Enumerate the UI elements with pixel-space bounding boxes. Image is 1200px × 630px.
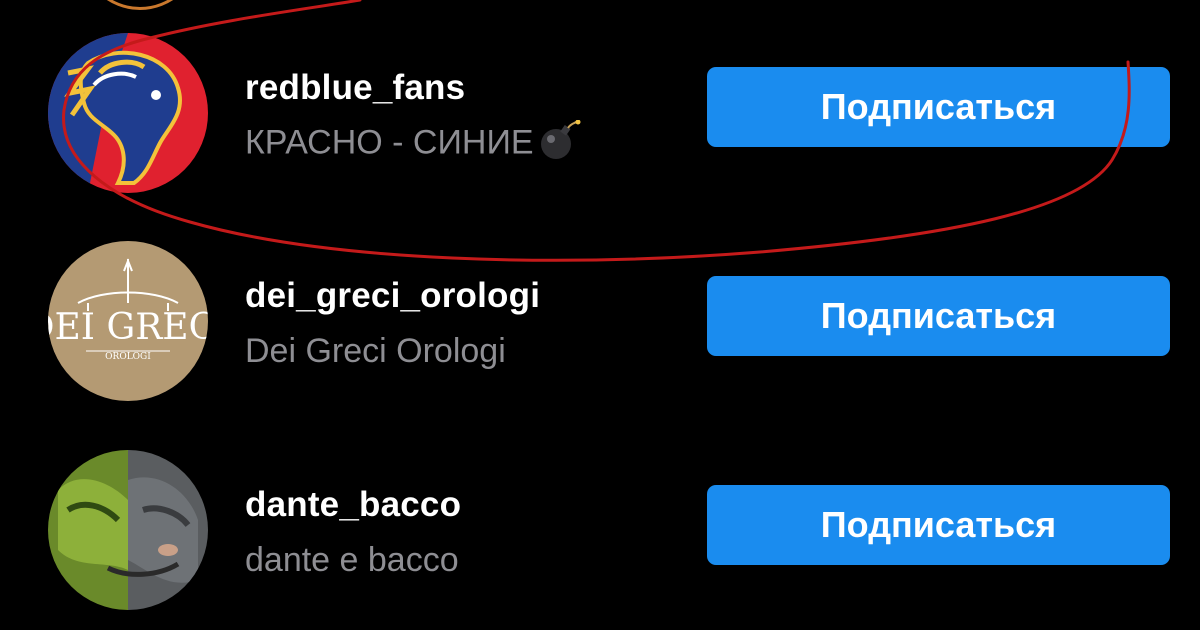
full-name-text: КРАСНО - СИНИЕ xyxy=(245,123,534,162)
follow-button[interactable]: Подписаться xyxy=(707,276,1170,356)
username[interactable]: redblue_fans xyxy=(245,68,465,108)
username[interactable]: dante_bacco xyxy=(245,485,461,525)
follow-button[interactable]: Подписаться xyxy=(707,67,1170,147)
horse-logo-icon xyxy=(48,33,208,193)
username[interactable]: dei_greci_orologi xyxy=(245,276,540,316)
list-item: DEI GRECI OROLOGI dei_greci_orologi Dei … xyxy=(0,238,1200,408)
avatar[interactable] xyxy=(48,33,208,193)
watch-brand-logo-icon: DEI GRECI OROLOGI xyxy=(48,241,208,401)
avatar[interactable] xyxy=(48,450,208,610)
full-name: dante e bacco xyxy=(245,541,459,579)
full-name: Dei Greci Orologi xyxy=(245,332,506,370)
svg-text:OROLOGI: OROLOGI xyxy=(105,352,151,362)
svg-text:DEI GRECI: DEI GRECI xyxy=(48,307,208,348)
partial-avatar[interactable] xyxy=(80,0,200,10)
full-name: КРАСНО - СИНИЕ xyxy=(245,119,582,169)
bomb-icon xyxy=(536,119,582,169)
list-item: redblue_fans КРАСНО - СИНИЕ Подписаться xyxy=(0,30,1200,200)
follow-button[interactable]: Подписаться xyxy=(707,485,1170,565)
avatar[interactable]: DEI GRECI OROLOGI xyxy=(48,241,208,401)
list-item: dante_bacco dante e bacco Подписаться xyxy=(0,447,1200,617)
face-photo-icon xyxy=(48,450,208,610)
suggested-accounts-list: redblue_fans КРАСНО - СИНИЕ Подписаться … xyxy=(0,0,1200,630)
